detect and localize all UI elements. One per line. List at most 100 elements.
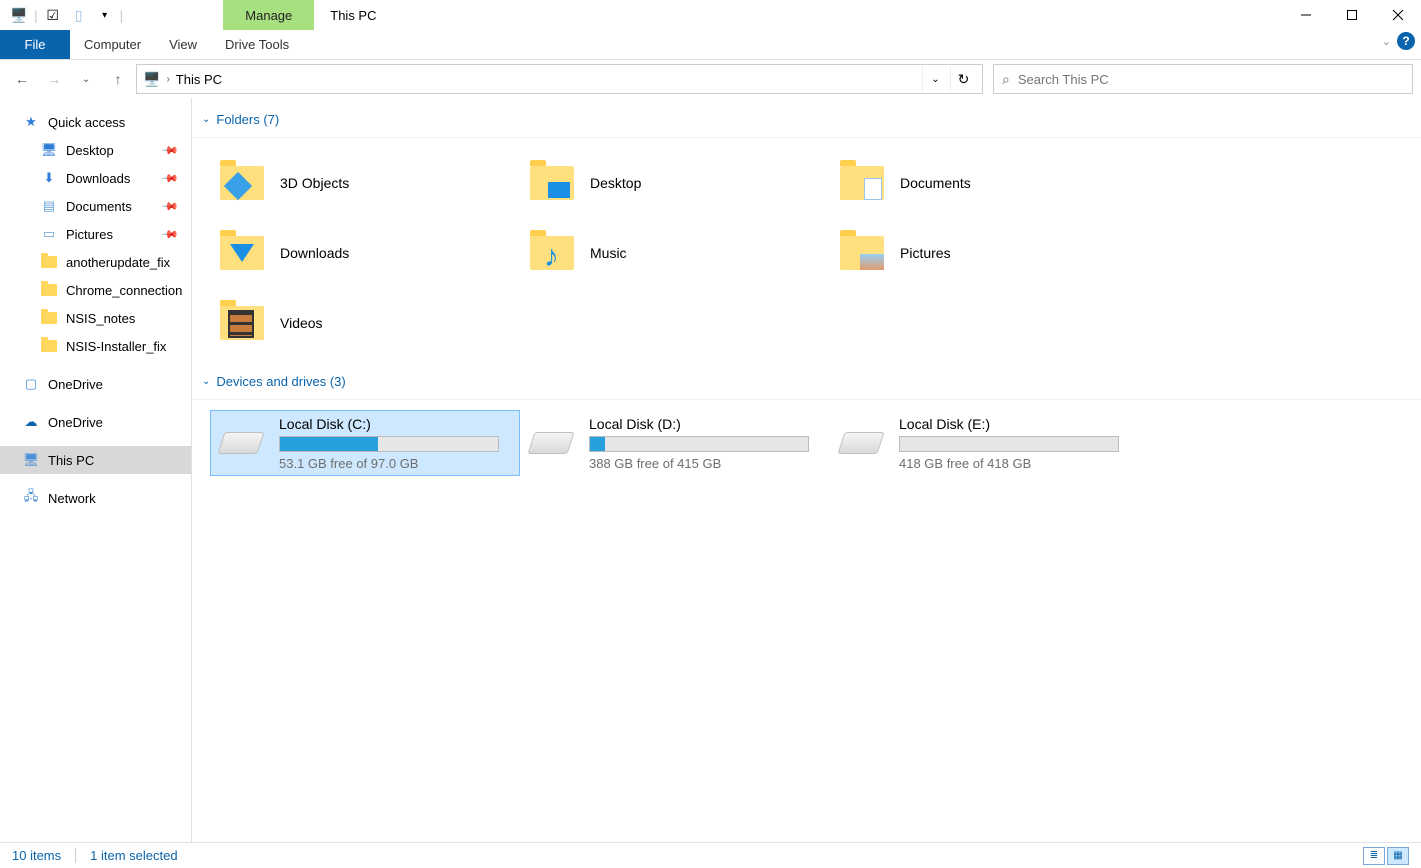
breadcrumb-separator-icon[interactable]: › — [166, 74, 169, 85]
sidebar-item-folder[interactable]: NSIS-Installer_fix — [0, 332, 191, 360]
downloads-icon: ⬇ — [40, 169, 58, 187]
qat-new-folder-icon[interactable]: ▯ — [68, 4, 90, 26]
contextual-tab-manage[interactable]: Manage — [223, 0, 314, 30]
sidebar-item-folder[interactable]: Chrome_connection — [0, 276, 191, 304]
navigation-pane: ★ Quick access 🖥 Desktop 📌 ⬇ Downloads 📌… — [0, 98, 192, 842]
folder-icon — [838, 229, 886, 277]
qat-customize-icon[interactable]: ▾ — [94, 4, 116, 26]
sidebar-item-label: anotherupdate_fix — [66, 255, 170, 270]
star-icon: ★ — [22, 113, 40, 131]
section-header-drives[interactable]: ⌄ Devices and drives (3) — [192, 368, 1421, 400]
breadcrumb-this-pc[interactable]: This PC — [176, 72, 222, 87]
sidebar-onedrive-local[interactable]: ▢ OneDrive — [0, 370, 191, 398]
search-icon: ⌕ — [1002, 71, 1010, 88]
drive-info: Local Disk (C:) 53.1 GB free of 97.0 GB — [279, 416, 513, 471]
address-bar[interactable]: 🖥️ › This PC ⌄ ↻ — [136, 64, 983, 94]
pin-icon: 📌 — [161, 197, 180, 216]
search-input[interactable] — [1018, 72, 1404, 87]
section-header-label: Devices and drives (3) — [216, 374, 345, 389]
sidebar-this-pc[interactable]: 🖥 This PC — [0, 446, 191, 474]
folder-label: Documents — [900, 175, 971, 191]
sidebar-item-label: Network — [48, 491, 96, 506]
sidebar-item-label: Pictures — [66, 227, 113, 242]
up-button[interactable]: ↑ — [104, 65, 132, 93]
window-title: This PC — [314, 0, 392, 30]
tab-computer[interactable]: Computer — [70, 30, 155, 59]
status-selection-count: 1 item selected — [90, 848, 177, 863]
folder-icon — [40, 337, 58, 355]
folder-label: Downloads — [280, 245, 349, 261]
title-bar: 🖥️ | ☑ ▯ ▾ | Manage This PC — [0, 0, 1421, 30]
drive-item[interactable]: Local Disk (C:) 53.1 GB free of 97.0 GB — [210, 410, 520, 476]
tab-drive-tools[interactable]: Drive Tools — [211, 30, 303, 59]
drive-info: Local Disk (D:) 388 GB free of 415 GB — [589, 416, 823, 471]
drive-info: Local Disk (E:)418 GB free of 418 GB — [899, 416, 1133, 471]
section-header-label: Folders (7) — [216, 112, 279, 127]
help-icon[interactable]: ? — [1397, 32, 1415, 50]
drive-item[interactable]: Local Disk (E:)418 GB free of 418 GB — [830, 410, 1140, 476]
folder-label: Desktop — [590, 175, 641, 191]
pin-icon: 📌 — [161, 141, 180, 160]
folder-item[interactable]: Desktop — [520, 148, 830, 218]
sidebar-item-folder[interactable]: anotherupdate_fix — [0, 248, 191, 276]
drive-item[interactable]: Local Disk (D:) 388 GB free of 415 GB — [520, 410, 830, 476]
forward-button[interactable]: → — [40, 65, 68, 93]
tiles-view-button[interactable]: ▦ — [1387, 847, 1409, 865]
folder-icon: ♪ — [528, 229, 576, 277]
maximize-button[interactable] — [1329, 0, 1375, 30]
section-header-folders[interactable]: ⌄ Folders (7) — [192, 106, 1421, 138]
drive-free-text: 388 GB free of 415 GB — [589, 456, 809, 471]
sidebar-item-label: Downloads — [66, 171, 130, 186]
pictures-icon: ▭ — [40, 225, 58, 243]
file-tab[interactable]: File — [0, 30, 70, 59]
collapse-ribbon-icon[interactable]: ⌄ — [1382, 35, 1391, 48]
desktop-icon: 🖥 — [40, 141, 58, 159]
drives-grid: Local Disk (C:)53.1 GB free of 97.0 GBLo… — [192, 400, 1421, 486]
sidebar-onedrive-cloud[interactable]: ☁ OneDrive — [0, 408, 191, 436]
folder-icon — [40, 281, 58, 299]
sidebar-item-label: OneDrive — [48, 377, 103, 392]
folder-label: Pictures — [900, 245, 951, 261]
sidebar-item-label: Quick access — [48, 115, 125, 130]
qat-this-pc-icon[interactable]: 🖥️ — [8, 4, 30, 26]
folder-icon — [218, 159, 266, 207]
drive-name: Local Disk (E:) — [899, 416, 1119, 432]
sidebar-item-label: Desktop — [66, 143, 114, 158]
sidebar-item-label: NSIS-Installer_fix — [66, 339, 166, 354]
tab-view[interactable]: View — [155, 30, 211, 59]
minimize-button[interactable] — [1283, 0, 1329, 30]
folders-grid: 3D Objects Desktop Documents Downloads ♪Musi… — [192, 138, 1421, 368]
folder-item[interactable]: Documents — [830, 148, 1140, 218]
disk-icon — [217, 432, 265, 454]
drive-free-text: 53.1 GB free of 97.0 GB — [279, 456, 499, 471]
search-box[interactable]: ⌕ — [993, 64, 1413, 94]
details-view-button[interactable]: ≣ — [1363, 847, 1385, 865]
folder-label: Videos — [280, 315, 323, 331]
this-pc-icon: 🖥 — [22, 451, 40, 469]
drive-name: Local Disk (C:) — [279, 416, 499, 432]
network-icon: 🖧 — [22, 489, 40, 507]
recent-locations-button[interactable]: ⌄ — [72, 65, 100, 93]
sidebar-item-folder[interactable]: NSIS_notes — [0, 304, 191, 332]
sidebar-item-documents[interactable]: ▤ Documents 📌 — [0, 192, 191, 220]
folder-item[interactable]: Videos — [210, 288, 520, 358]
folder-label: 3D Objects — [280, 175, 349, 191]
sidebar-item-label: This PC — [48, 453, 94, 468]
address-dropdown-button[interactable]: ⌄ — [922, 66, 948, 92]
refresh-button[interactable]: ↻ — [950, 66, 976, 92]
qat-properties-icon[interactable]: ☑ — [42, 4, 64, 26]
close-button[interactable] — [1375, 0, 1421, 30]
content-pane: ⌄ Folders (7) 3D Objects Desktop Documents… — [192, 98, 1421, 842]
sidebar-item-pictures[interactable]: ▭ Pictures 📌 — [0, 220, 191, 248]
folder-icon — [218, 229, 266, 277]
sidebar-network[interactable]: 🖧 Network — [0, 484, 191, 512]
sidebar-item-desktop[interactable]: 🖥 Desktop 📌 — [0, 136, 191, 164]
back-button[interactable]: ← — [8, 65, 36, 93]
folder-item[interactable]: Pictures — [830, 218, 1140, 288]
sidebar-item-downloads[interactable]: ⬇ Downloads 📌 — [0, 164, 191, 192]
drive-name: Local Disk (D:) — [589, 416, 809, 432]
folder-item[interactable]: Downloads — [210, 218, 520, 288]
sidebar-quick-access[interactable]: ★ Quick access — [0, 108, 191, 136]
folder-item[interactable]: 3D Objects — [210, 148, 520, 218]
folder-item[interactable]: ♪Music — [520, 218, 830, 288]
